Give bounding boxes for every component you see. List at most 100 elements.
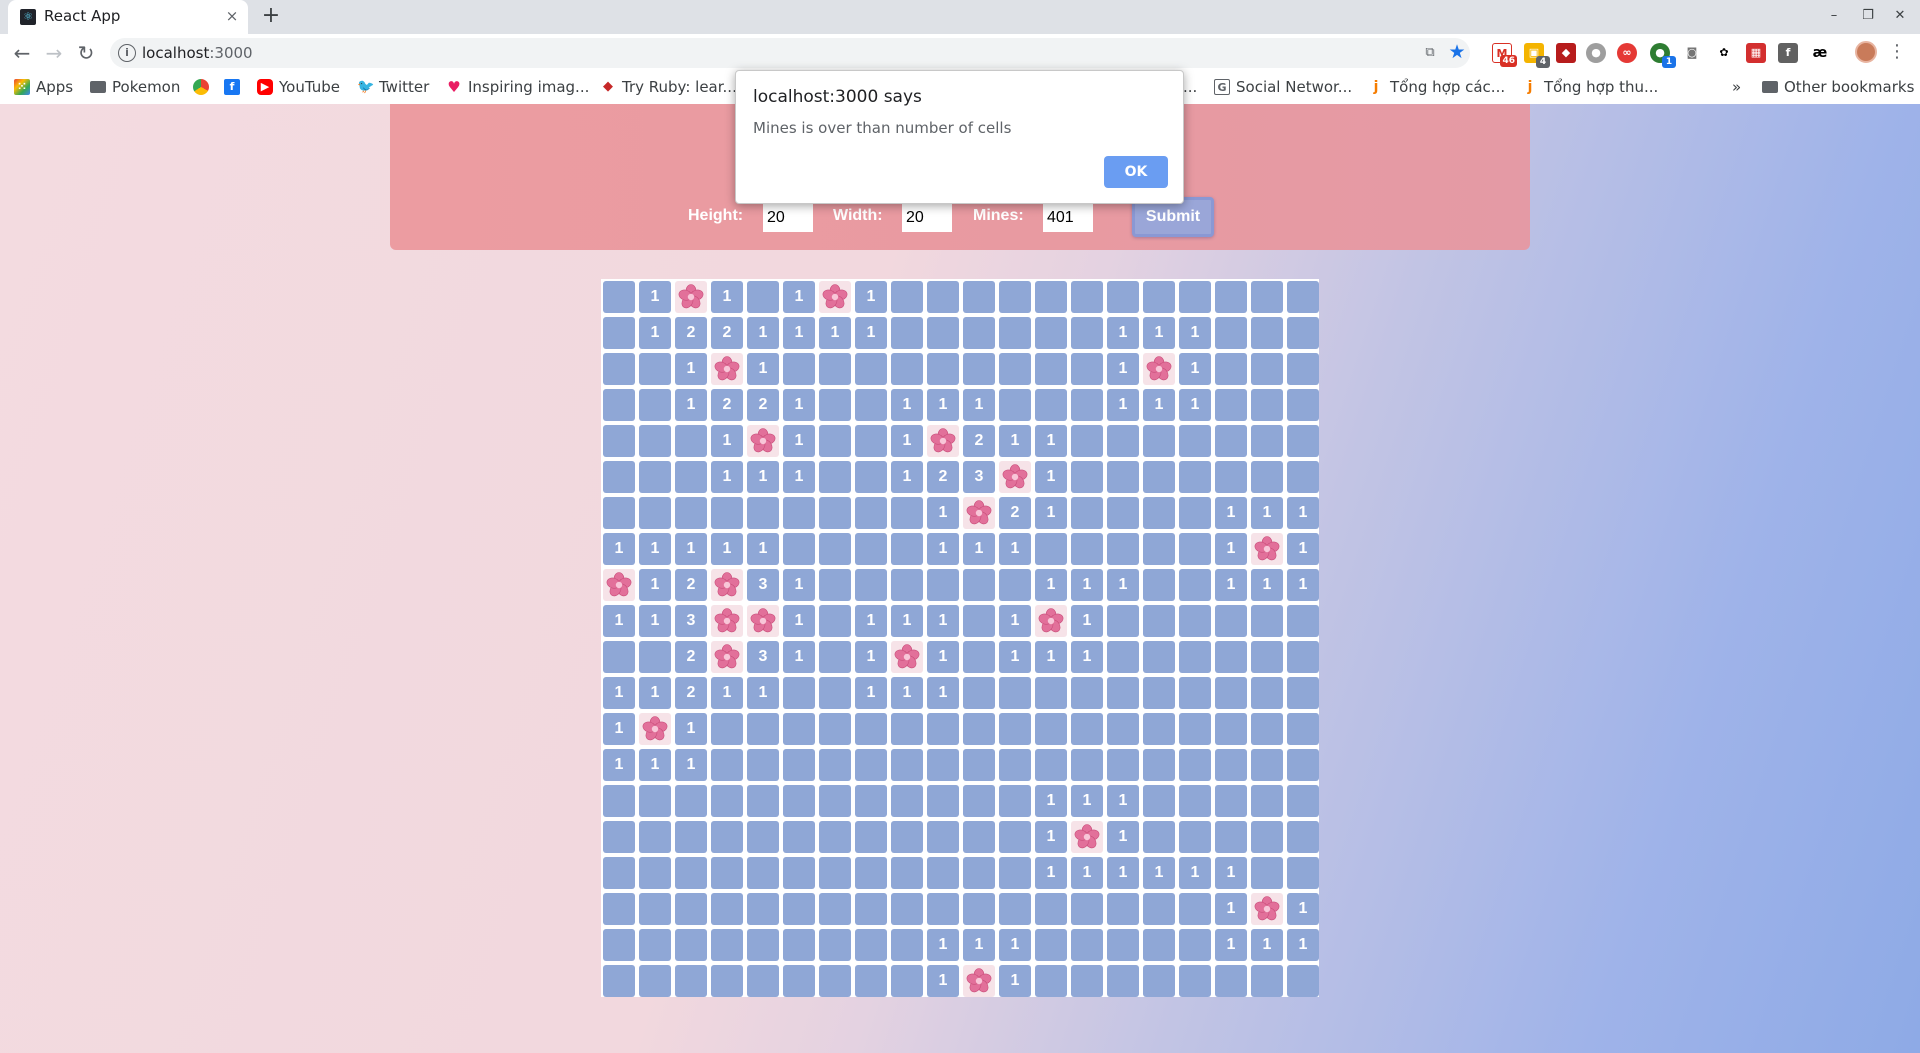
empty-cell[interactable] (855, 425, 887, 457)
number-cell[interactable]: 1 (1179, 389, 1211, 421)
number-cell[interactable]: 1 (639, 605, 671, 637)
empty-cell[interactable] (1215, 353, 1247, 385)
empty-cell[interactable] (1287, 389, 1319, 421)
empty-cell[interactable] (1035, 677, 1067, 709)
empty-cell[interactable] (963, 641, 995, 673)
empty-cell[interactable] (711, 893, 743, 925)
number-cell[interactable]: 1 (1107, 389, 1139, 421)
empty-cell[interactable] (639, 641, 671, 673)
empty-cell[interactable] (675, 893, 707, 925)
reload-icon[interactable]: ↻ (72, 39, 100, 67)
empty-cell[interactable] (1071, 677, 1103, 709)
number-cell[interactable]: 1 (639, 677, 671, 709)
number-cell[interactable]: 1 (891, 605, 923, 637)
number-cell[interactable]: 1 (1035, 569, 1067, 601)
number-cell[interactable]: 1 (675, 749, 707, 781)
number-cell[interactable]: 1 (927, 677, 959, 709)
empty-cell[interactable] (639, 497, 671, 529)
mine-cell[interactable] (1251, 533, 1283, 565)
empty-cell[interactable] (1215, 605, 1247, 637)
empty-cell[interactable] (819, 677, 851, 709)
empty-cell[interactable] (603, 821, 635, 853)
empty-cell[interactable] (711, 713, 743, 745)
number-cell[interactable]: 1 (999, 605, 1031, 637)
empty-cell[interactable] (1179, 929, 1211, 961)
empty-cell[interactable] (1071, 425, 1103, 457)
empty-cell[interactable] (1251, 425, 1283, 457)
empty-cell[interactable] (999, 317, 1031, 349)
empty-cell[interactable] (1179, 677, 1211, 709)
empty-cell[interactable] (603, 857, 635, 889)
empty-cell[interactable] (603, 353, 635, 385)
number-cell[interactable]: 1 (711, 461, 743, 493)
new-tab-button[interactable]: + (258, 4, 284, 30)
mine-cell[interactable] (711, 605, 743, 637)
number-cell[interactable]: 1 (999, 929, 1031, 961)
empty-cell[interactable] (1035, 389, 1067, 421)
bookmark-other[interactable]: Other bookmarks (1762, 72, 1914, 102)
number-cell[interactable]: 1 (711, 677, 743, 709)
empty-cell[interactable] (963, 785, 995, 817)
bookmark-tryruby[interactable]: ◆ Try Ruby: lear... (600, 72, 737, 102)
number-cell[interactable]: 1 (1287, 497, 1319, 529)
empty-cell[interactable] (927, 893, 959, 925)
number-cell[interactable]: 1 (1071, 569, 1103, 601)
empty-cell[interactable] (1035, 749, 1067, 781)
empty-cell[interactable] (999, 713, 1031, 745)
number-cell[interactable]: 1 (783, 317, 815, 349)
number-cell[interactable]: 1 (1071, 641, 1103, 673)
empty-cell[interactable] (1035, 281, 1067, 313)
empty-cell[interactable] (675, 785, 707, 817)
minimize-button[interactable]: – (1822, 6, 1846, 26)
empty-cell[interactable] (1071, 533, 1103, 565)
number-cell[interactable]: 1 (1251, 497, 1283, 529)
empty-cell[interactable] (747, 965, 779, 997)
empty-cell[interactable] (1251, 641, 1283, 673)
empty-cell[interactable] (927, 785, 959, 817)
mine-cell[interactable] (711, 641, 743, 673)
empty-cell[interactable] (1179, 425, 1211, 457)
empty-cell[interactable] (1179, 461, 1211, 493)
empty-cell[interactable] (639, 353, 671, 385)
empty-cell[interactable] (1215, 713, 1247, 745)
empty-cell[interactable] (855, 461, 887, 493)
mine-cell[interactable] (1143, 353, 1175, 385)
empty-cell[interactable] (1071, 461, 1103, 493)
empty-cell[interactable] (1287, 317, 1319, 349)
empty-cell[interactable] (1071, 893, 1103, 925)
number-cell[interactable]: 1 (603, 749, 635, 781)
empty-cell[interactable] (963, 893, 995, 925)
empty-cell[interactable] (1143, 425, 1175, 457)
bookmark-youtube[interactable]: ▶ YouTube (257, 72, 340, 102)
empty-cell[interactable] (819, 569, 851, 601)
empty-cell[interactable] (1287, 641, 1319, 673)
ok-button[interactable]: OK (1104, 156, 1168, 188)
number-cell[interactable]: 1 (603, 605, 635, 637)
infinity-extension-icon[interactable]: ∞ (1617, 43, 1637, 63)
empty-cell[interactable] (1143, 605, 1175, 637)
number-cell[interactable]: 1 (783, 641, 815, 673)
empty-cell[interactable] (819, 389, 851, 421)
empty-cell[interactable] (1215, 785, 1247, 817)
number-cell[interactable]: 1 (1215, 533, 1247, 565)
empty-cell[interactable] (1287, 353, 1319, 385)
empty-cell[interactable] (1035, 929, 1067, 961)
empty-cell[interactable] (855, 569, 887, 601)
mine-cell[interactable] (711, 569, 743, 601)
empty-cell[interactable] (603, 965, 635, 997)
empty-cell[interactable] (1179, 281, 1211, 313)
number-cell[interactable]: 1 (1107, 569, 1139, 601)
empty-cell[interactable] (711, 749, 743, 781)
mine-cell[interactable] (1071, 821, 1103, 853)
number-cell[interactable]: 1 (1215, 497, 1247, 529)
empty-cell[interactable] (1251, 389, 1283, 421)
height-input[interactable] (763, 204, 813, 232)
empty-cell[interactable] (1251, 605, 1283, 637)
empty-cell[interactable] (819, 821, 851, 853)
number-cell[interactable]: 1 (1107, 785, 1139, 817)
empty-cell[interactable] (963, 605, 995, 637)
empty-cell[interactable] (855, 353, 887, 385)
empty-cell[interactable] (891, 713, 923, 745)
empty-cell[interactable] (1035, 317, 1067, 349)
empty-cell[interactable] (1251, 785, 1283, 817)
